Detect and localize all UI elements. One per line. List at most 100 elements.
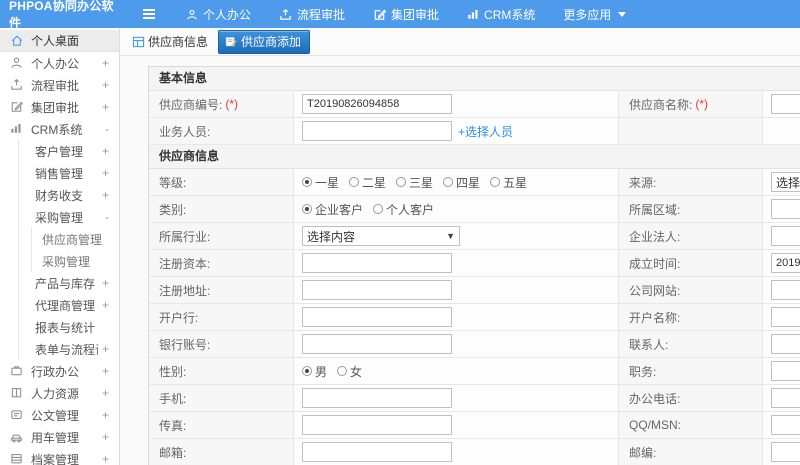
office-phone-input[interactable] xyxy=(771,388,800,408)
category-option-enterprise[interactable]: 企业客户 xyxy=(302,201,363,218)
bank-account-input[interactable] xyxy=(302,334,452,354)
gender-radio-group: 男 女 xyxy=(302,363,362,380)
email-input[interactable] xyxy=(302,442,452,462)
tab-bar: 供应商信息 供应商添加 xyxy=(120,28,800,56)
industry-label: 所属行业: xyxy=(149,223,294,249)
sidebar-item-personal-desktop[interactable]: 个人桌面 xyxy=(0,30,119,52)
nav-crm-system[interactable]: CRM系统 xyxy=(453,0,549,28)
fax-label: 传真: xyxy=(149,412,294,438)
radio-icon xyxy=(373,204,384,214)
legal-person-label: 企业法人: xyxy=(619,223,763,249)
category-radio-group: 企业客户 个人客户 xyxy=(302,201,434,218)
sidebar-item-human-resources[interactable]: 人力资源 + xyxy=(0,382,119,404)
position-input[interactable] xyxy=(771,361,800,381)
postcode-input[interactable] xyxy=(771,442,800,462)
form-row-gender-position: 性别: 男 女 职务: xyxy=(149,358,800,385)
sidebar-item-archive-management[interactable]: 档案管理 + xyxy=(0,448,119,465)
established-date-input[interactable] xyxy=(771,253,800,273)
sidebar-item-customer-management[interactable]: 客户管理 + xyxy=(19,140,119,162)
sidebar-item-personal-office[interactable]: 个人办公 + xyxy=(0,52,119,74)
form-row-supplier-code: 供应商编号: (*) 供应商名称: (*) xyxy=(149,91,800,118)
business-staff-input[interactable] xyxy=(302,121,452,141)
sidebar-item-finance[interactable]: 财务收支 + xyxy=(19,184,119,206)
sidebar-item-product-inventory[interactable]: 产品与库存 + xyxy=(19,272,119,294)
form-row-industry-legal: 所属行业: 选择内容 ▼ 企业法人: xyxy=(149,223,800,250)
registered-address-input[interactable] xyxy=(302,280,452,300)
fax-input[interactable] xyxy=(302,415,452,435)
radio-checked-icon xyxy=(302,366,312,376)
level-radio-group: 一星 二星 三星 四星 五星 xyxy=(302,174,527,191)
sidebar-item-admin-office[interactable]: 行政办公 + xyxy=(0,360,119,382)
sidebar-item-form-flow-settings[interactable]: 表单与流程设置 + xyxy=(19,338,119,360)
section-header-basic-info: 基本信息 xyxy=(149,67,800,91)
sidebar-item-crm-system[interactable]: CRM系统 - xyxy=(0,118,119,140)
contact-label: 联系人: xyxy=(619,331,763,357)
hamburger-menu-icon[interactable] xyxy=(120,0,172,28)
level-label: 等级: xyxy=(149,169,294,195)
form-row-email-postcode: 邮箱: 邮编: xyxy=(149,439,800,465)
bank-account-label: 银行账号: xyxy=(149,331,294,357)
category-option-personal[interactable]: 个人客户 xyxy=(373,201,434,218)
form-row-bank-accountname: 开户行: 开户名称: xyxy=(149,304,800,331)
sidebar-item-purchase-management[interactable]: 采购管理 - xyxy=(19,206,119,228)
sidebar-item-reports-statistics[interactable]: 报表与统计 xyxy=(19,316,119,338)
account-name-input[interactable] xyxy=(771,307,800,327)
sidebar-item-purchasing[interactable]: 采购管理 xyxy=(32,250,119,272)
postcode-label: 邮编: xyxy=(619,439,763,465)
region-input[interactable] xyxy=(771,199,800,219)
nav-flow-approval[interactable]: 流程审批 xyxy=(265,0,359,28)
level-option-4star[interactable]: 四星 xyxy=(443,174,480,191)
sidebar-item-vehicle-management[interactable]: 用车管理 + xyxy=(0,426,119,448)
top-header: PHPOA协同办公软件 个人办公 流程审批 集团审批 CRM系统 更多应用 xyxy=(0,0,800,30)
bank-input[interactable] xyxy=(302,307,452,327)
select-staff-link[interactable]: +选择人员 xyxy=(458,123,513,140)
sidebar-item-supplier-management[interactable]: 供应商管理 xyxy=(32,228,119,250)
supplier-name-input[interactable] xyxy=(771,94,800,114)
industry-select[interactable]: 选择内容 ▼ xyxy=(302,226,460,246)
supplier-code-input[interactable] xyxy=(302,94,452,114)
level-option-1star[interactable]: 一星 xyxy=(302,174,339,191)
email-label: 邮箱: xyxy=(149,439,294,465)
dropdown-arrow-icon: ▼ xyxy=(446,231,455,241)
registered-address-label: 注册地址: xyxy=(149,277,294,303)
app-window: PHPOA协同办公软件 个人办公 流程审批 集团审批 CRM系统 更多应用 个人… xyxy=(0,0,800,465)
main-content: 供应商信息 供应商添加 基本信息 供应商编号: (*) T20190826094… xyxy=(120,28,800,465)
sidebar-item-group-approval[interactable]: 集团审批 + xyxy=(0,96,119,118)
gender-option-male[interactable]: 男 xyxy=(302,363,327,380)
crm-submenu: 客户管理 + 销售管理 + 财务收支 + 采购管理 - 供应商管理 采购管理 产… xyxy=(18,140,119,360)
app-logo: PHPOA协同办公软件 xyxy=(9,0,114,30)
document-icon xyxy=(10,408,25,422)
position-label: 职务: xyxy=(619,358,763,384)
nav-more-apps[interactable]: 更多应用 xyxy=(549,0,640,28)
flow-approval-icon xyxy=(279,8,292,21)
level-option-5star[interactable]: 五星 xyxy=(490,174,527,191)
tab-supplier-add[interactable]: 供应商添加 xyxy=(218,29,311,54)
user-icon xyxy=(10,56,25,70)
mobile-label: 手机: xyxy=(149,385,294,411)
sidebar-item-sales-management[interactable]: 销售管理 + xyxy=(19,162,119,184)
registered-capital-input[interactable] xyxy=(302,253,452,273)
form-row-business-staff: 业务人员: +选择人员 xyxy=(149,118,800,145)
sidebar-item-flow-approval[interactable]: 流程审批 + xyxy=(0,74,119,96)
gender-option-female[interactable]: 女 xyxy=(337,363,362,380)
region-label: 所属区域: xyxy=(619,196,763,222)
level-option-2star[interactable]: 二星 xyxy=(349,174,386,191)
nav-group-approval[interactable]: 集团审批 xyxy=(359,0,453,28)
radio-icon xyxy=(443,177,454,187)
source-select[interactable]: 选择内容 ▼ xyxy=(771,172,800,192)
website-input[interactable] xyxy=(771,280,800,300)
category-label: 类别: xyxy=(149,196,294,222)
contact-input[interactable] xyxy=(771,334,800,354)
legal-person-input[interactable] xyxy=(771,226,800,246)
supplier-code-label: 供应商编号: (*) xyxy=(149,91,294,117)
nav-personal-office[interactable]: 个人办公 xyxy=(172,0,265,28)
tab-supplier-info[interactable]: 供应商信息 xyxy=(132,33,208,50)
mobile-input[interactable] xyxy=(302,388,452,408)
sidebar-item-document-management[interactable]: 公文管理 + xyxy=(0,404,119,426)
form-row-capital-established: 注册资本: 成立时间: xyxy=(149,250,800,277)
qq-msn-input[interactable] xyxy=(771,415,800,435)
group-approval-icon xyxy=(10,100,25,114)
level-option-3star[interactable]: 三星 xyxy=(396,174,433,191)
flow-approval-icon xyxy=(10,78,25,92)
sidebar-item-agent-management[interactable]: 代理商管理 + xyxy=(19,294,119,316)
